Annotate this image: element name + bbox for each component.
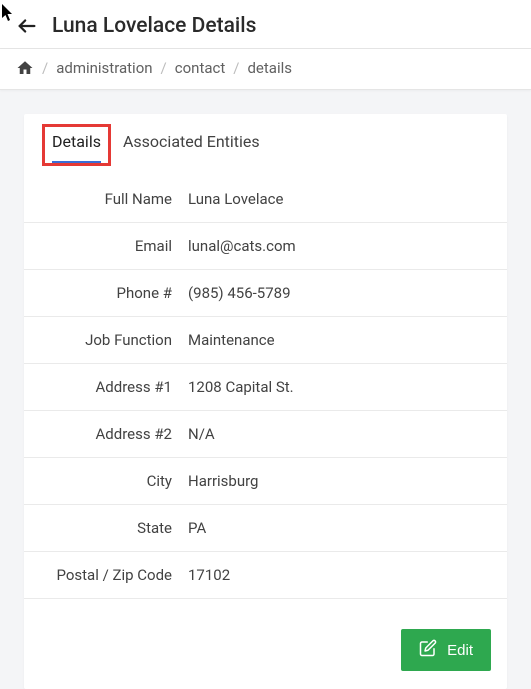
breadcrumb-separator: / [161, 59, 167, 77]
detail-label: State [52, 519, 188, 537]
detail-row: Address #1 1208 Capital St. [24, 364, 507, 411]
detail-row: Email lunal@cats.com [24, 223, 507, 270]
detail-row: Full Name Luna Lovelace [24, 172, 507, 223]
edit-icon [419, 639, 437, 661]
detail-label: Email [52, 237, 188, 255]
card-footer: Edit [24, 617, 507, 689]
detail-label: Phone # [52, 284, 188, 302]
breadcrumb-separator: / [42, 59, 48, 77]
detail-row: City Harrisburg [24, 458, 507, 505]
detail-value: Luna Lovelace [188, 190, 283, 208]
page-title: Luna Lovelace Details [52, 14, 256, 38]
detail-value: 1208 Capital St. [188, 378, 294, 396]
detail-label: Job Function [52, 331, 188, 349]
home-icon[interactable] [16, 59, 34, 77]
breadcrumb-separator: / [233, 59, 239, 77]
detail-label: Full Name [52, 190, 188, 208]
tabs: Details Associated Entities [24, 114, 507, 164]
tab-associated-label: Associated Entities [123, 132, 260, 151]
page-header: Luna Lovelace Details [0, 0, 531, 49]
detail-row: Job Function Maintenance [24, 317, 507, 364]
tab-details-label: Details [52, 132, 101, 151]
detail-value: N/A [188, 425, 215, 443]
detail-row: Postal / Zip Code 17102 [24, 552, 507, 599]
detail-value: Maintenance [188, 331, 275, 349]
detail-value: (985) 456-5789 [188, 284, 291, 302]
details-card: Details Associated Entities Full Name Lu… [24, 114, 507, 689]
tab-details[interactable]: Details [52, 132, 101, 164]
detail-label: Postal / Zip Code [52, 566, 188, 584]
detail-row: Address #2 N/A [24, 411, 507, 458]
detail-label: City [52, 472, 188, 490]
detail-value: PA [188, 519, 206, 537]
edit-button-label: Edit [447, 642, 473, 659]
tab-associated-entities[interactable]: Associated Entities [123, 132, 260, 161]
breadcrumb-item-details[interactable]: details [247, 59, 292, 77]
breadcrumb: / administration / contact / details [0, 49, 531, 90]
details-list: Full Name Luna Lovelace Email lunal@cats… [24, 164, 507, 617]
breadcrumb-item-administration[interactable]: administration [56, 59, 152, 77]
breadcrumb-item-contact[interactable]: contact [175, 59, 226, 77]
detail-value: Harrisburg [188, 472, 258, 490]
detail-row: Phone # (985) 456-5789 [24, 270, 507, 317]
detail-label: Address #2 [52, 425, 188, 443]
detail-value: 17102 [188, 566, 230, 584]
detail-label: Address #1 [52, 378, 188, 396]
edit-button[interactable]: Edit [401, 629, 491, 671]
detail-value: lunal@cats.com [188, 237, 296, 255]
back-arrow-icon[interactable] [16, 15, 38, 37]
detail-row: State PA [24, 505, 507, 552]
